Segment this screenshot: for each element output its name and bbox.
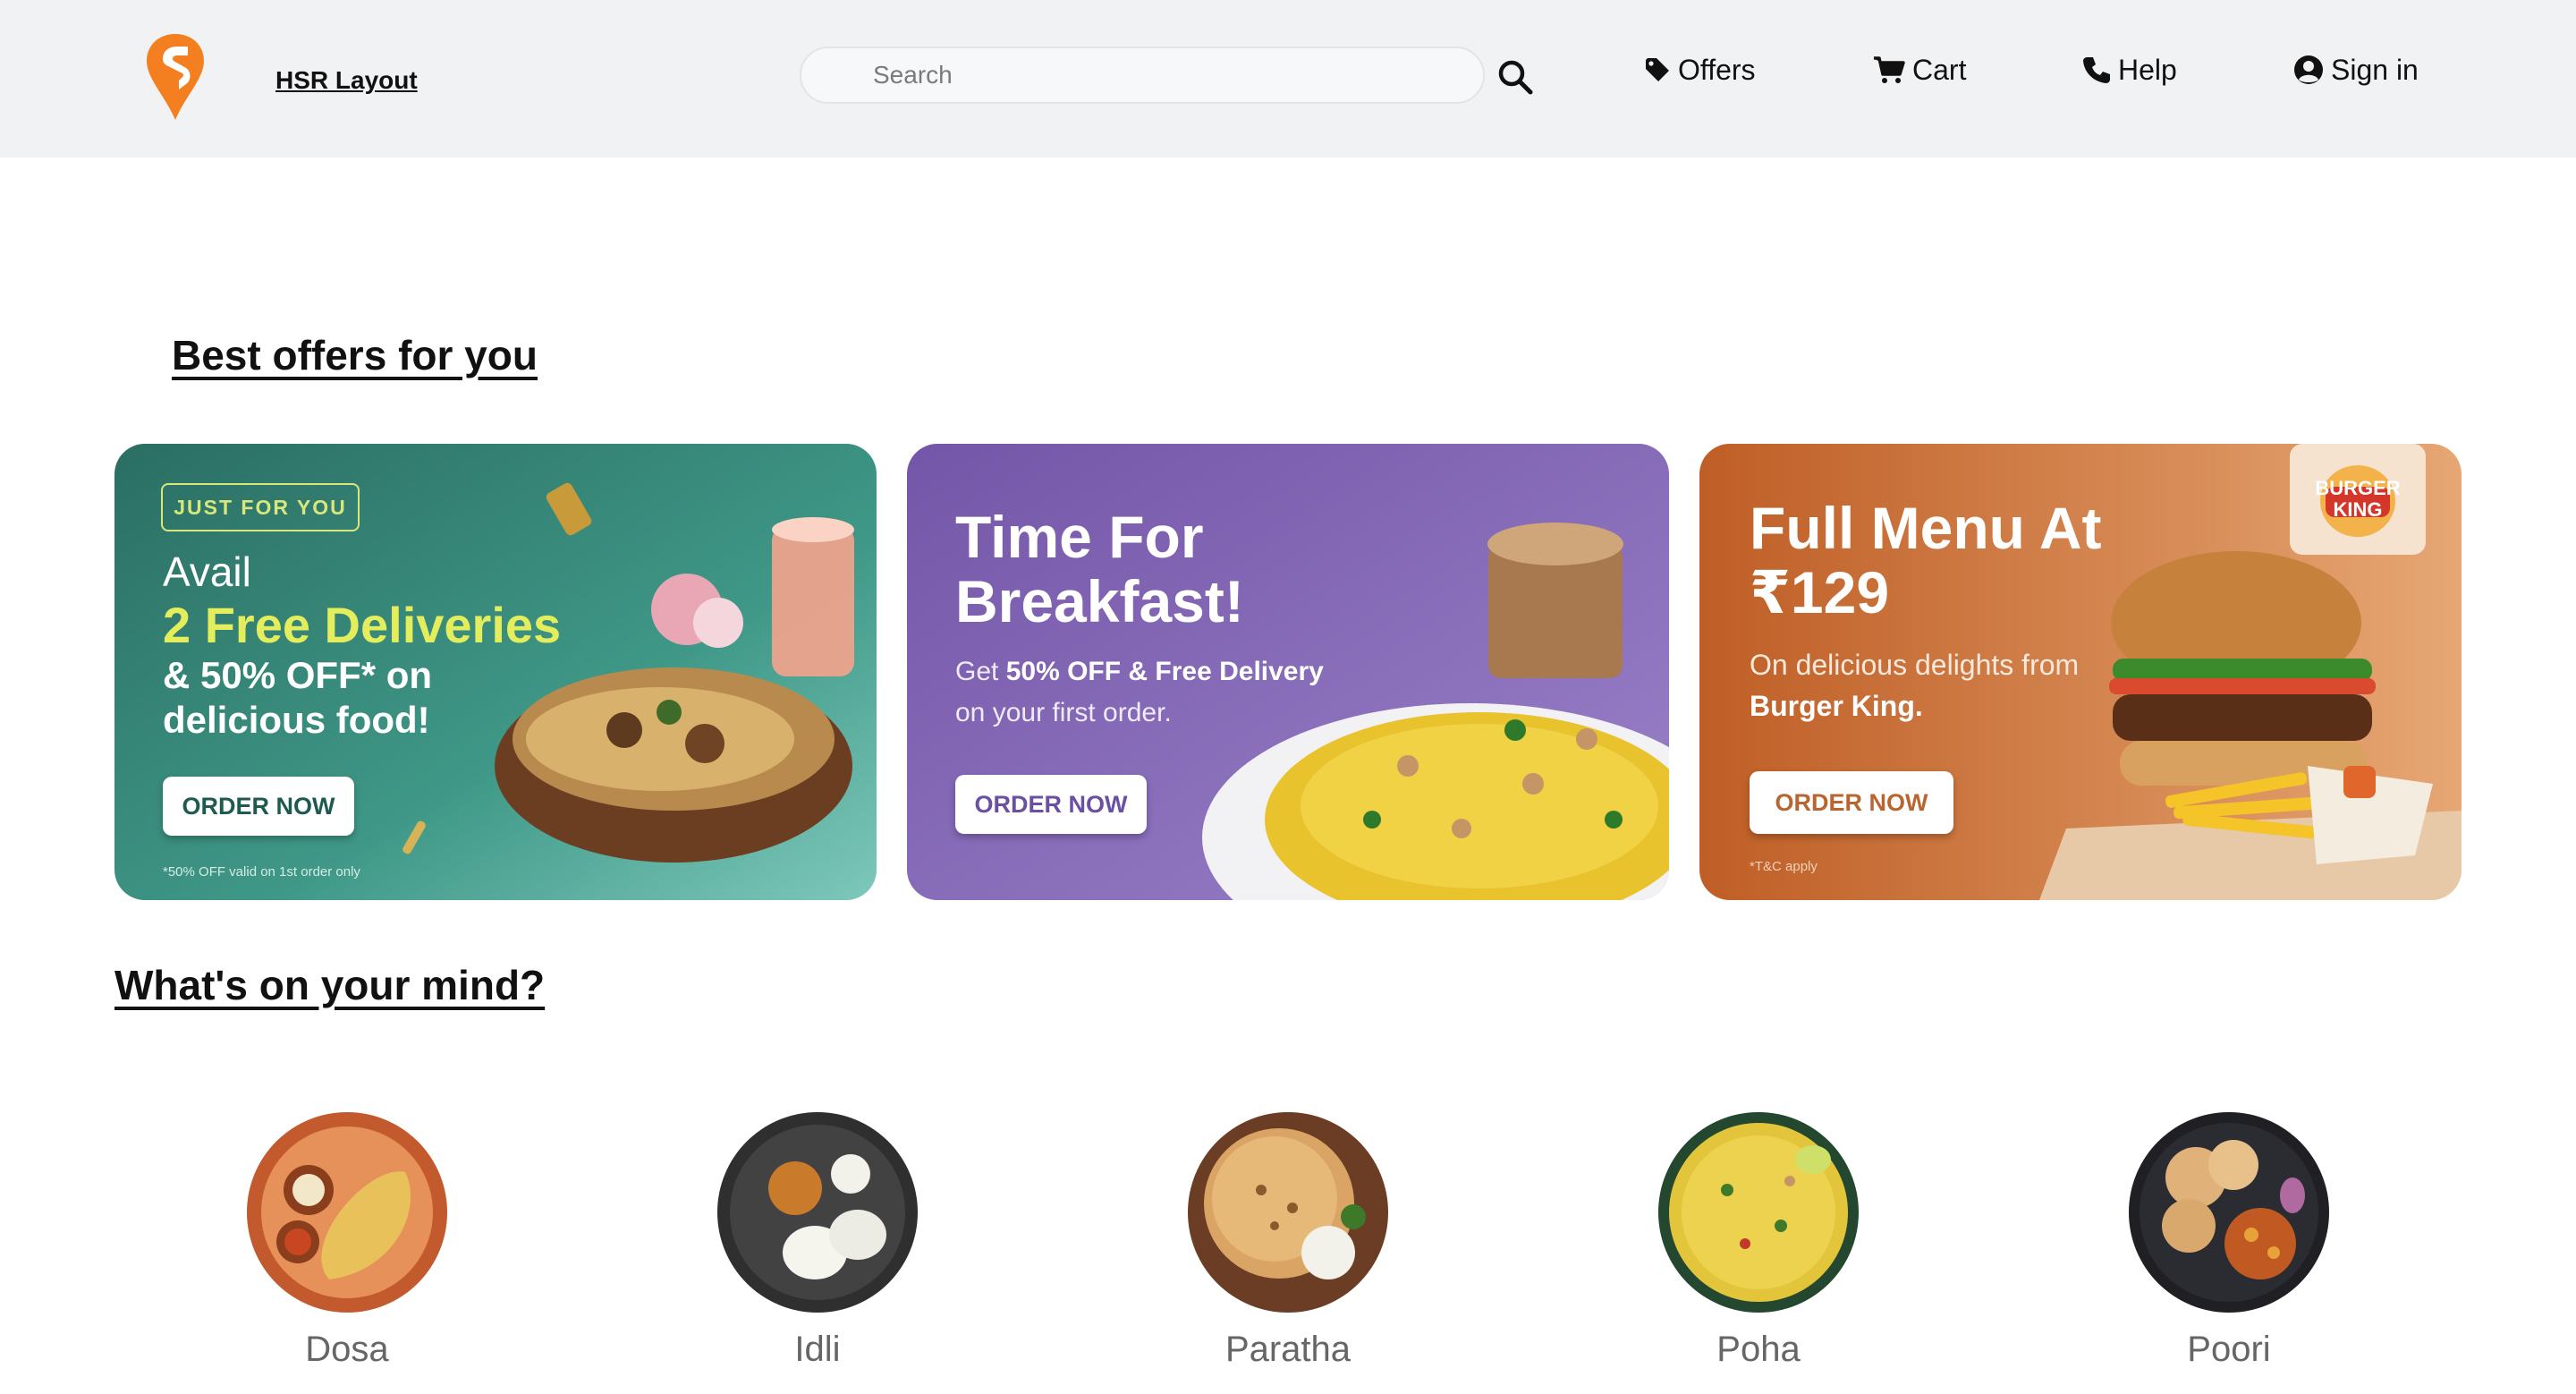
swiggy-logo[interactable] [143, 32, 208, 122]
search-icon[interactable] [1496, 57, 1535, 97]
just-for-you-badge: JUST FOR YOU [161, 483, 360, 531]
burger-king-logo: BURGER KING [2315, 477, 2401, 521]
mind-section-title: What's on your mind? [114, 962, 546, 1008]
mind-item-label: Poha [1716, 1330, 1801, 1369]
paratha-image [1188, 1112, 1388, 1313]
nav-help-label: Help [2118, 53, 2177, 86]
nav-offers-label: Offers [1678, 53, 1756, 86]
search-box[interactable] [800, 47, 1485, 104]
mind-item-idli[interactable]: Idli [706, 1109, 929, 1370]
offer-footnote: *T&C apply [1750, 859, 1818, 874]
mind-item-dosa[interactable]: Dosa [235, 1109, 459, 1370]
mind-item-label: Dosa [305, 1330, 389, 1369]
dosa-image [247, 1112, 447, 1313]
nav-cart[interactable]: Cart [1873, 50, 1966, 89]
offer-card-burger-king[interactable]: BURGER KING Full Menu At ₹129 On delicio… [1699, 444, 2462, 900]
order-now-button[interactable]: ORDER NOW [1750, 771, 1953, 834]
mind-item-label: Poori [2187, 1330, 2271, 1369]
mind-item-label: Idli [794, 1330, 841, 1369]
nav-offers[interactable]: Offers [1644, 50, 1756, 89]
offer-title: Time For Breakfast! [955, 504, 1244, 634]
nav-help[interactable]: Help [2082, 50, 2177, 89]
offer-avail-text: Avail [163, 548, 251, 595]
mind-item-paratha[interactable]: Paratha [1176, 1109, 1400, 1370]
phone-icon [2083, 57, 2110, 83]
mind-item-poori[interactable]: Poori [2117, 1109, 2341, 1370]
tag-icon [1646, 58, 1669, 81]
order-now-button[interactable]: ORDER NOW [163, 777, 354, 836]
location-link[interactable]: HSR Layout [275, 66, 418, 95]
user-circle-icon [2294, 55, 2323, 84]
mind-item-poha[interactable]: Poha [1647, 1109, 1870, 1370]
offer-description: On delicious delights from Burger King. [1750, 649, 2080, 722]
offer-description: Get 50% OFF & Free Delivery on your firs… [955, 657, 1324, 727]
offer-card-breakfast[interactable]: Time For Breakfast! Get 50% OFF & Free D… [907, 444, 1669, 900]
top-header: HSR Layout Offers Cart Help Sig [0, 0, 2576, 157]
cart-icon [1874, 56, 1905, 83]
poha-image [1658, 1112, 1859, 1313]
search-input[interactable] [801, 48, 1483, 102]
offer-description: & 50% OFF* on delicious food! [163, 654, 433, 741]
mind-item-label: Paratha [1224, 1330, 1352, 1369]
nav-cart-label: Cart [1912, 53, 1967, 86]
offer-card-free-deliveries[interactable]: JUST FOR YOU Avail 2 Free Deliveries & 5… [114, 444, 877, 900]
nav-sign-in[interactable]: Sign in [2293, 50, 2419, 89]
offer-title: Full Menu At ₹129 [1750, 495, 2102, 625]
offers-section-title: Best offers for you [172, 332, 538, 378]
offer-highlight-text: 2 Free Deliveries [163, 597, 562, 653]
order-now-button[interactable]: ORDER NOW [955, 775, 1147, 834]
nav-sign-in-label: Sign in [2331, 53, 2419, 86]
offer-footnote: *50% OFF valid on 1st order only [163, 864, 360, 880]
idli-image [717, 1112, 918, 1313]
poori-image [2129, 1112, 2329, 1313]
